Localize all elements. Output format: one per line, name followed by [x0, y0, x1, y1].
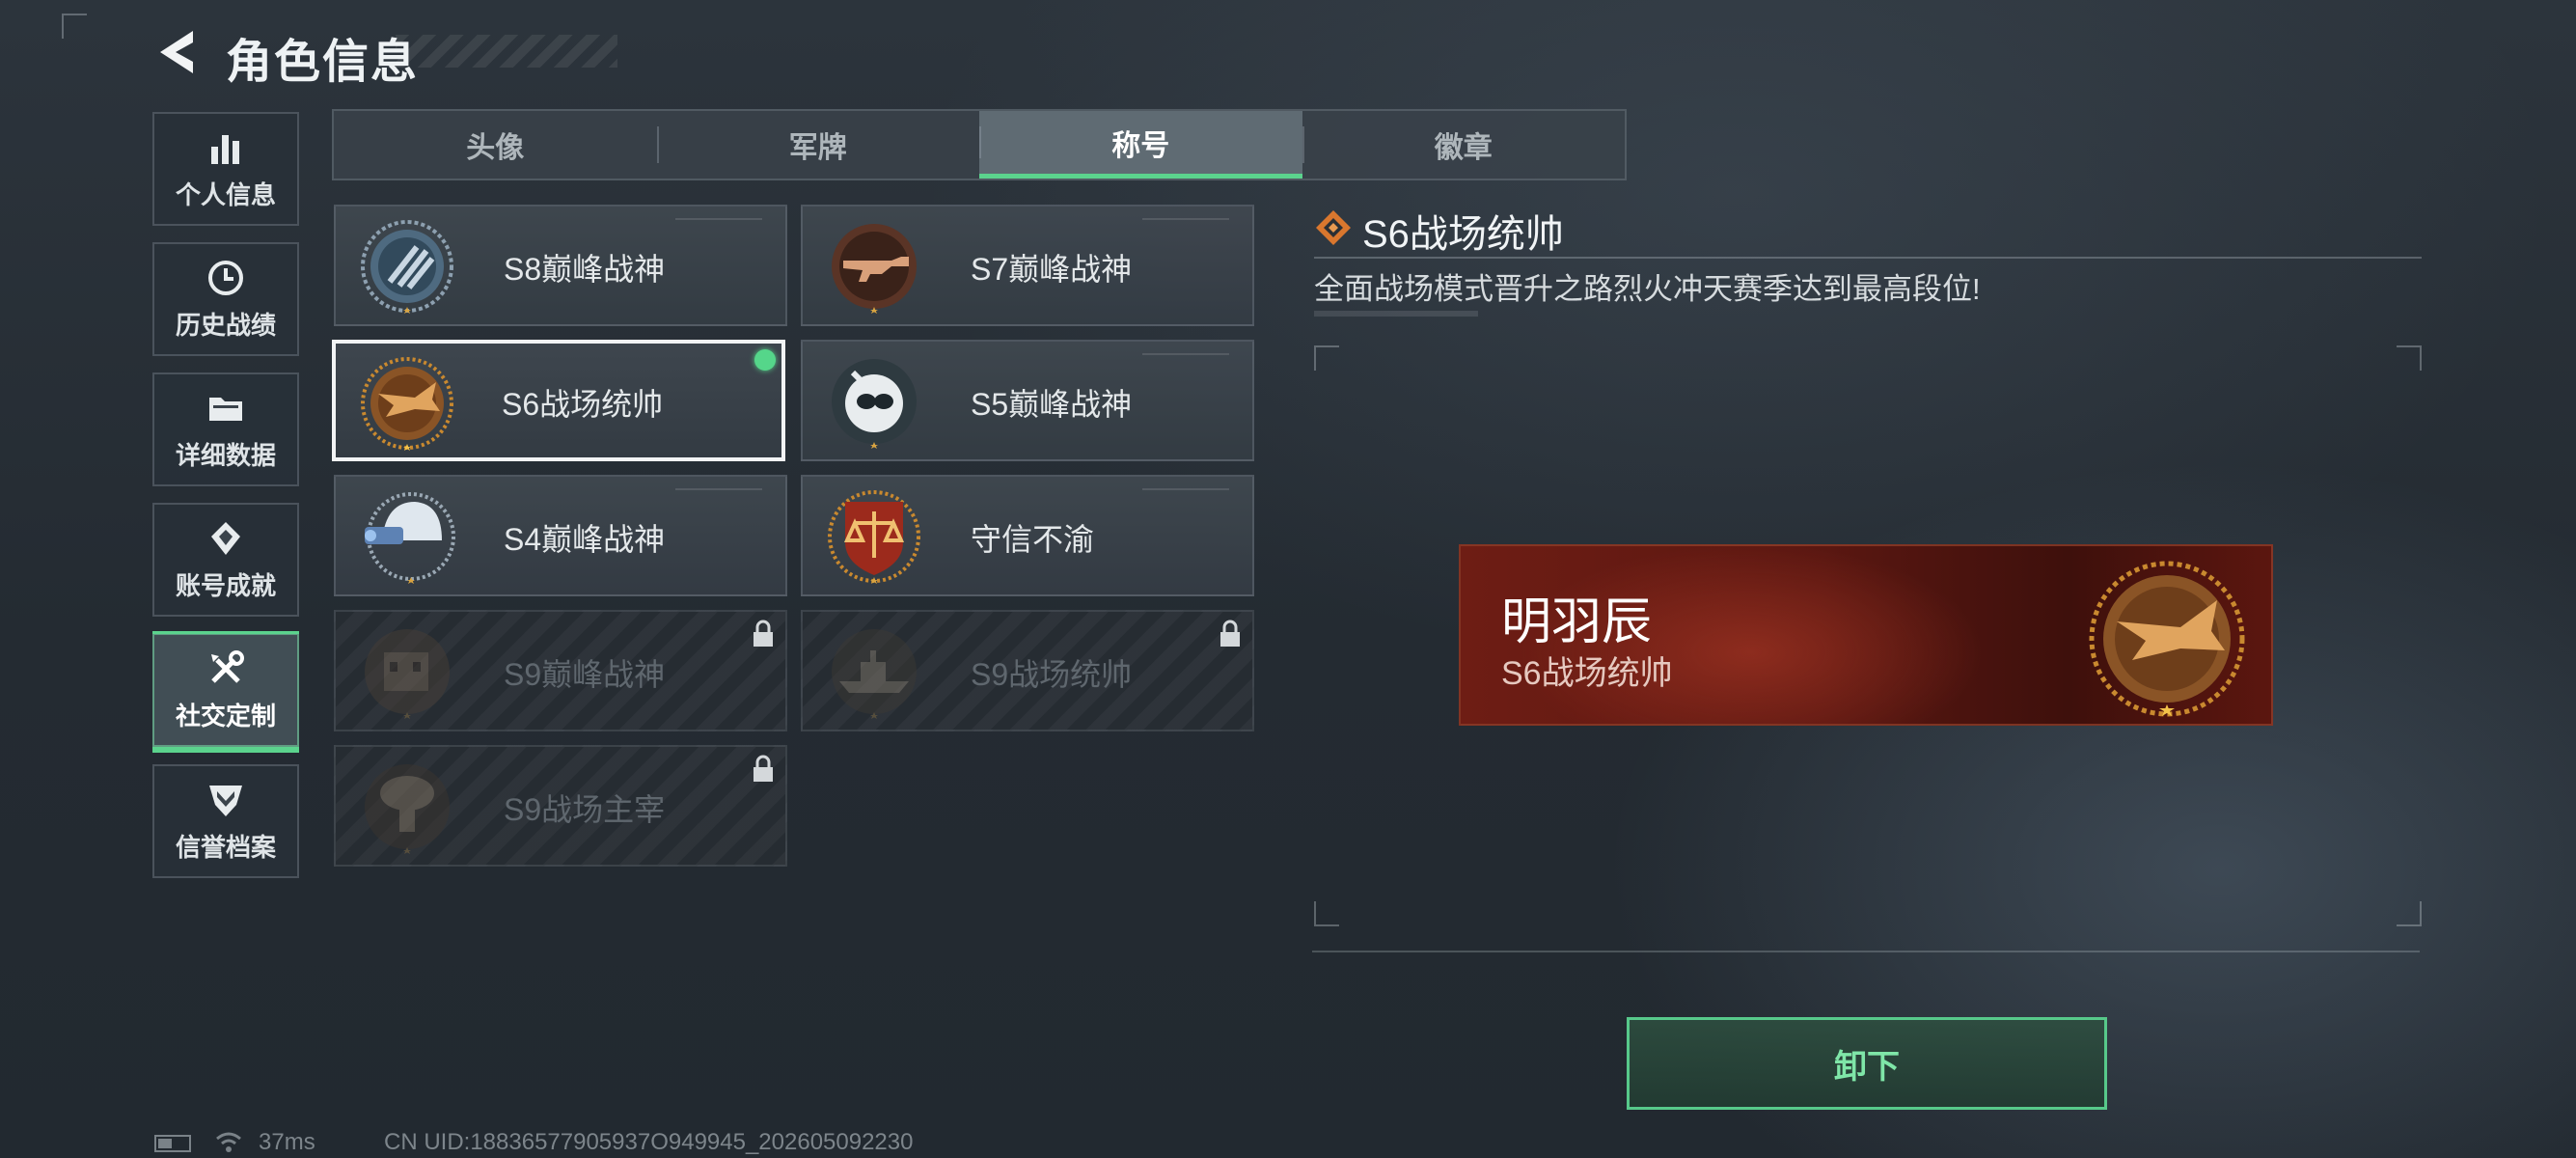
sidebar-item-label: 社交定制 [175, 701, 276, 731]
player-name: 明羽辰 [1501, 594, 1653, 650]
title-card[interactable]: S5巅峰战神 [801, 340, 1254, 461]
jet-medal-icon [2089, 561, 2245, 717]
title-card-name: S8巅峰战神 [504, 252, 666, 287]
selected-title-description: 全面战场模式晋升之路烈火冲天赛季达到最高段位! [1314, 272, 1981, 306]
title-card-name: S5巅峰战神 [971, 387, 1133, 422]
title-card-locked[interactable]: S9战场统帅 [801, 610, 1254, 731]
card-decoration [675, 488, 762, 490]
warship-medal-icon [832, 629, 917, 719]
fortress-medal-icon [365, 629, 450, 719]
sidebar-item-personal-info[interactable]: 个人信息 [152, 112, 299, 226]
card-decoration [675, 218, 762, 220]
back-button[interactable] [154, 27, 203, 77]
network-ping: 37ms [259, 1129, 315, 1155]
sidebar-item-label: 账号成就 [175, 570, 276, 600]
title-card-name: S9战场主宰 [504, 792, 666, 827]
sidebar-item-detailed-data[interactable]: 详细数据 [152, 372, 299, 486]
tab-title[interactable]: 称号 [979, 111, 1302, 179]
page-title: 角色信息 [226, 37, 420, 88]
achievement-icon [211, 521, 240, 555]
emblem-stripes-medal-icon [361, 220, 453, 314]
lock-icon [754, 755, 773, 782]
tab-badge[interactable]: 徽章 [1302, 111, 1626, 179]
back-arrow-icon [160, 31, 193, 73]
title-card-locked[interactable]: S9战场主宰 [334, 745, 787, 867]
card-decoration [1142, 218, 1229, 220]
wifi-icon [216, 1132, 241, 1152]
sidebar-item-label: 信誉档案 [175, 832, 276, 862]
title-card-selected[interactable]: S6战场统帅 [332, 340, 785, 461]
equipped-indicator [754, 349, 776, 371]
title-card-name: S9战场统帅 [971, 657, 1133, 692]
title-card[interactable]: S7巅峰战神 [801, 205, 1254, 326]
sidebar-item-label: 详细数据 [175, 440, 276, 470]
lock-icon [1220, 620, 1240, 647]
title-preview-banner: 明羽辰 S6战场统帅 [1459, 544, 2273, 726]
battery-icon [154, 1135, 191, 1152]
clock-history-icon [208, 260, 243, 295]
diamond-emblem-icon [1316, 210, 1351, 245]
diver-helmet-medal-icon [832, 359, 917, 449]
player-title: S6战场统帅 [1501, 655, 1673, 692]
card-decoration [1142, 353, 1229, 355]
scales-shield-medal-icon [828, 490, 920, 584]
title-card[interactable]: S8巅峰战神 [334, 205, 787, 326]
mushroom-cloud-medal-icon [365, 764, 450, 854]
title-card-name: S6战场统帅 [502, 387, 664, 422]
title-card-locked[interactable]: S9巅峰战神 [334, 610, 787, 731]
helmet-medal-icon [365, 492, 455, 584]
tools-icon [211, 649, 244, 683]
selected-title-name: S6战场统帅 [1362, 213, 1564, 256]
sidebar-item-reputation[interactable]: 信誉档案 [152, 764, 299, 878]
rifle-medal-icon [832, 224, 917, 314]
bar-chart-icon [211, 134, 239, 164]
tab-avatar[interactable]: 头像 [334, 111, 657, 179]
user-uid: CN UID:18836577905937O949945_20260509223… [384, 1129, 914, 1155]
description-decoration [1314, 311, 1478, 317]
divider [1312, 951, 2420, 952]
sidebar-item-achievements[interactable]: 账号成就 [152, 503, 299, 617]
title-card[interactable]: S4巅峰战神 [334, 475, 787, 596]
title-card-name: S4巅峰战神 [504, 522, 666, 557]
unequip-button[interactable]: 卸下 [1627, 1017, 2107, 1110]
tab-bar: 头像 军牌 称号 徽章 [332, 109, 1627, 180]
lock-icon [754, 620, 773, 647]
title-card-name: S9巅峰战神 [504, 657, 666, 692]
frame-corner [62, 14, 87, 39]
title-card-name: S7巅峰战神 [971, 252, 1133, 287]
card-decoration [1142, 488, 1229, 490]
divider [1314, 257, 2422, 259]
shield-chevron-icon [209, 785, 242, 816]
sidebar-item-label: 个人信息 [175, 179, 276, 209]
jet-medal-icon [361, 357, 453, 451]
title-decoration [396, 35, 617, 68]
sidebar-item-social-customize[interactable]: 社交定制 [152, 631, 299, 753]
sidebar-item-history[interactable]: 历史战绩 [152, 242, 299, 356]
title-card[interactable]: 守信不渝 [801, 475, 1254, 596]
title-card-name: 守信不渝 [971, 522, 1095, 557]
folder-icon [209, 397, 242, 421]
sidebar-item-label: 历史战绩 [175, 310, 276, 340]
tab-dog-tag[interactable]: 军牌 [656, 111, 980, 179]
